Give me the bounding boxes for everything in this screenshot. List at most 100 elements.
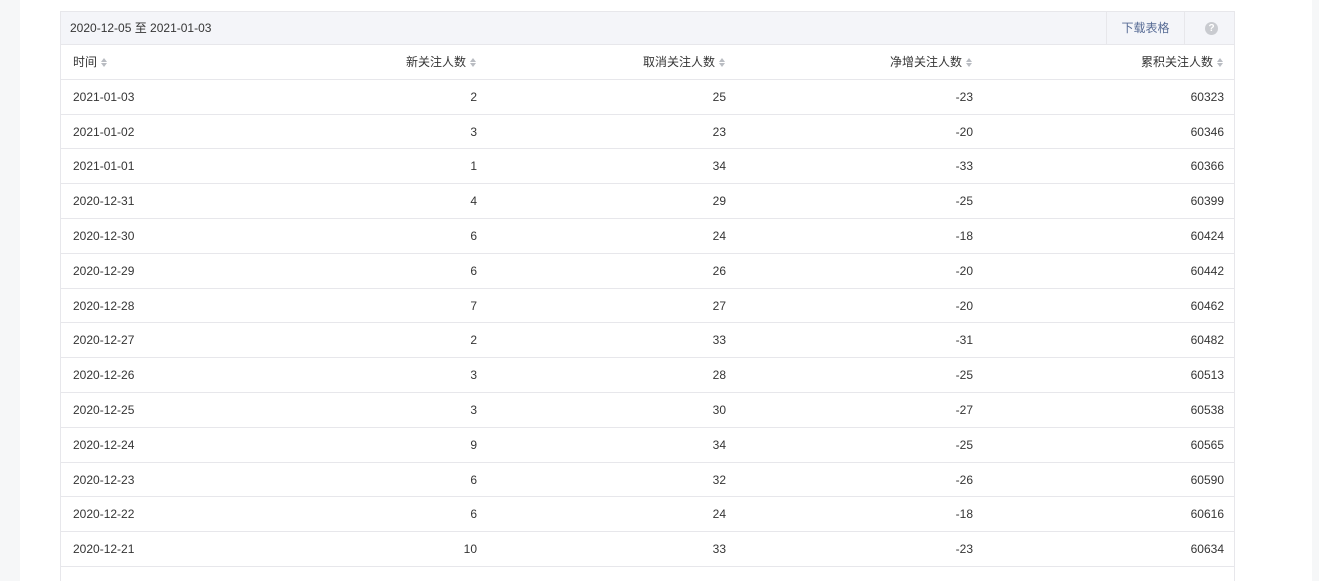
cell-net-growth: -20 bbox=[955, 124, 973, 139]
cell-new-followers: 1 bbox=[470, 159, 477, 174]
cell-date: 2020-12-29 bbox=[73, 263, 135, 278]
cell-cumulative-followers: 60462 bbox=[1190, 298, 1224, 313]
cell-unfollowers: 33 bbox=[712, 542, 726, 557]
cell-cumulative-followers: 60424 bbox=[1190, 228, 1224, 243]
help-icon[interactable]: ? bbox=[1205, 22, 1218, 35]
cell-new-followers: 4 bbox=[470, 194, 477, 209]
cell-net-growth: -25 bbox=[955, 194, 973, 209]
cell-new-followers: 6 bbox=[470, 507, 477, 522]
cell-unfollowers: 24 bbox=[712, 228, 726, 243]
cell-unfollowers: 33 bbox=[712, 333, 726, 348]
cell-net-growth: -18 bbox=[955, 228, 973, 243]
cell-unfollowers: 24 bbox=[712, 507, 726, 522]
cell-date: 2021-01-02 bbox=[73, 124, 135, 139]
cell-cumulative-followers: 60323 bbox=[1190, 89, 1224, 104]
column-header-new-followers[interactable]: 新关注人数 bbox=[406, 45, 477, 79]
cell-net-growth: -27 bbox=[955, 402, 973, 417]
cell-unfollowers: 25 bbox=[712, 89, 726, 104]
download-table-button[interactable]: 下载表格 bbox=[1106, 12, 1185, 45]
cell-date: 2020-12-26 bbox=[73, 368, 135, 383]
cell-unfollowers: 28 bbox=[712, 368, 726, 383]
table-row: 2020-12-24 9 34 -25 60565 bbox=[61, 428, 1234, 463]
sort-icon[interactable] bbox=[966, 58, 973, 67]
cell-unfollowers: 34 bbox=[712, 437, 726, 452]
column-header-time[interactable]: 时间 bbox=[73, 45, 108, 79]
cell-net-growth: -33 bbox=[955, 159, 973, 174]
cell-net-growth: -26 bbox=[955, 472, 973, 487]
cell-cumulative-followers: 60513 bbox=[1190, 368, 1224, 383]
cell-new-followers: 3 bbox=[470, 368, 477, 383]
column-header-label: 时间 bbox=[73, 55, 98, 69]
cell-cumulative-followers: 60565 bbox=[1190, 437, 1224, 452]
cell-unfollowers: 29 bbox=[712, 194, 726, 209]
column-header-label: 累积关注人数 bbox=[1140, 55, 1213, 69]
table-row: 2021-01-02 3 23 -20 60346 bbox=[61, 115, 1234, 150]
cell-cumulative-followers: 60616 bbox=[1190, 507, 1224, 522]
cell-unfollowers: 34 bbox=[712, 159, 726, 174]
cell-net-growth: -20 bbox=[955, 263, 973, 278]
table-row: 2020-12-21 10 33 -23 60634 bbox=[61, 532, 1234, 567]
cell-net-growth: -18 bbox=[955, 507, 973, 522]
cell-new-followers: 2 bbox=[470, 89, 477, 104]
column-header-label: 新关注人数 bbox=[405, 55, 466, 69]
cell-date: 2020-12-21 bbox=[73, 542, 135, 557]
cell-cumulative-followers: 60590 bbox=[1190, 472, 1224, 487]
sort-icon[interactable] bbox=[719, 58, 726, 67]
table-header-row: 时间 新关注人数 取消关注人数 净增关注人数 累积关注人数 bbox=[61, 45, 1234, 80]
sort-icon[interactable] bbox=[470, 58, 477, 67]
cell-net-growth: -20 bbox=[955, 298, 973, 313]
cell-date: 2020-12-31 bbox=[73, 194, 135, 209]
sort-icon[interactable] bbox=[1217, 58, 1224, 67]
cell-unfollowers: 27 bbox=[712, 298, 726, 313]
cell-unfollowers: 26 bbox=[712, 263, 726, 278]
cell-new-followers: 6 bbox=[470, 263, 477, 278]
cell-unfollowers: 30 bbox=[712, 402, 726, 417]
cell-net-growth: -23 bbox=[955, 542, 973, 557]
column-header-net-growth[interactable]: 净增关注人数 bbox=[890, 45, 973, 79]
date-range-label: 2020-12-05 至 2021-01-03 bbox=[70, 21, 212, 35]
cell-date: 2020-12-30 bbox=[73, 228, 135, 243]
cell-new-followers: 7 bbox=[470, 298, 477, 313]
cell-net-growth: -31 bbox=[955, 333, 973, 348]
cell-new-followers: 9 bbox=[470, 437, 477, 452]
table-row: 2020-12-27 2 33 -31 60482 bbox=[61, 323, 1234, 359]
table-row: 2020-12-29 6 26 -20 60442 bbox=[61, 254, 1234, 289]
cell-cumulative-followers: 60442 bbox=[1190, 263, 1224, 278]
cell-unfollowers: 23 bbox=[712, 124, 726, 139]
cell-new-followers: 6 bbox=[470, 228, 477, 243]
scrollbar-track[interactable] bbox=[1312, 0, 1319, 581]
table-toolbar: 2020-12-05 至 2021-01-03 下载表格 ? bbox=[61, 11, 1234, 45]
column-header-label: 取消关注人数 bbox=[642, 55, 715, 69]
cell-new-followers: 10 bbox=[463, 542, 477, 557]
cell-net-growth: -25 bbox=[955, 368, 973, 383]
table-row: 2020-12-28 7 27 -20 60462 bbox=[61, 289, 1234, 324]
cell-cumulative-followers: 60366 bbox=[1190, 159, 1224, 174]
cell-new-followers: 3 bbox=[470, 124, 477, 139]
table-body: 2021-01-03 2 25 -23 60323 2021-01-02 3 2… bbox=[61, 80, 1234, 567]
cell-cumulative-followers: 60346 bbox=[1190, 124, 1224, 139]
cell-date: 2020-12-23 bbox=[73, 472, 135, 487]
table-row: 2020-12-30 6 24 -18 60424 bbox=[61, 219, 1234, 254]
table-row: 2020-12-22 6 24 -18 60616 bbox=[61, 497, 1234, 533]
column-header-cumulative-followers[interactable]: 累积关注人数 bbox=[1141, 45, 1224, 79]
table-row: 2020-12-26 3 28 -25 60513 bbox=[61, 358, 1234, 393]
cell-cumulative-followers: 60634 bbox=[1190, 542, 1224, 557]
table-row: 2020-12-23 6 32 -26 60590 bbox=[61, 463, 1234, 498]
cell-date: 2020-12-27 bbox=[73, 333, 135, 348]
table-row: 2020-12-31 4 29 -25 60399 bbox=[61, 184, 1234, 219]
sort-icon[interactable] bbox=[101, 58, 108, 67]
cell-new-followers: 3 bbox=[470, 402, 477, 417]
cell-net-growth: -23 bbox=[955, 89, 973, 104]
table-row: 2021-01-01 1 34 -33 60366 bbox=[61, 149, 1234, 185]
column-header-label: 净增关注人数 bbox=[889, 55, 962, 69]
column-header-unfollowers[interactable]: 取消关注人数 bbox=[643, 45, 726, 79]
cell-date: 2020-12-22 bbox=[73, 507, 135, 522]
cell-date: 2020-12-25 bbox=[73, 402, 135, 417]
cell-new-followers: 6 bbox=[470, 472, 477, 487]
data-table-panel: 2020-12-05 至 2021-01-03 下载表格 ? 时间 新关注人数 … bbox=[60, 11, 1235, 581]
table-row: 2021-01-03 2 25 -23 60323 bbox=[61, 80, 1234, 115]
cell-net-growth: -25 bbox=[955, 437, 973, 452]
cell-cumulative-followers: 60399 bbox=[1190, 194, 1224, 209]
cell-date: 2020-12-28 bbox=[73, 298, 135, 313]
cell-cumulative-followers: 60482 bbox=[1190, 333, 1224, 348]
